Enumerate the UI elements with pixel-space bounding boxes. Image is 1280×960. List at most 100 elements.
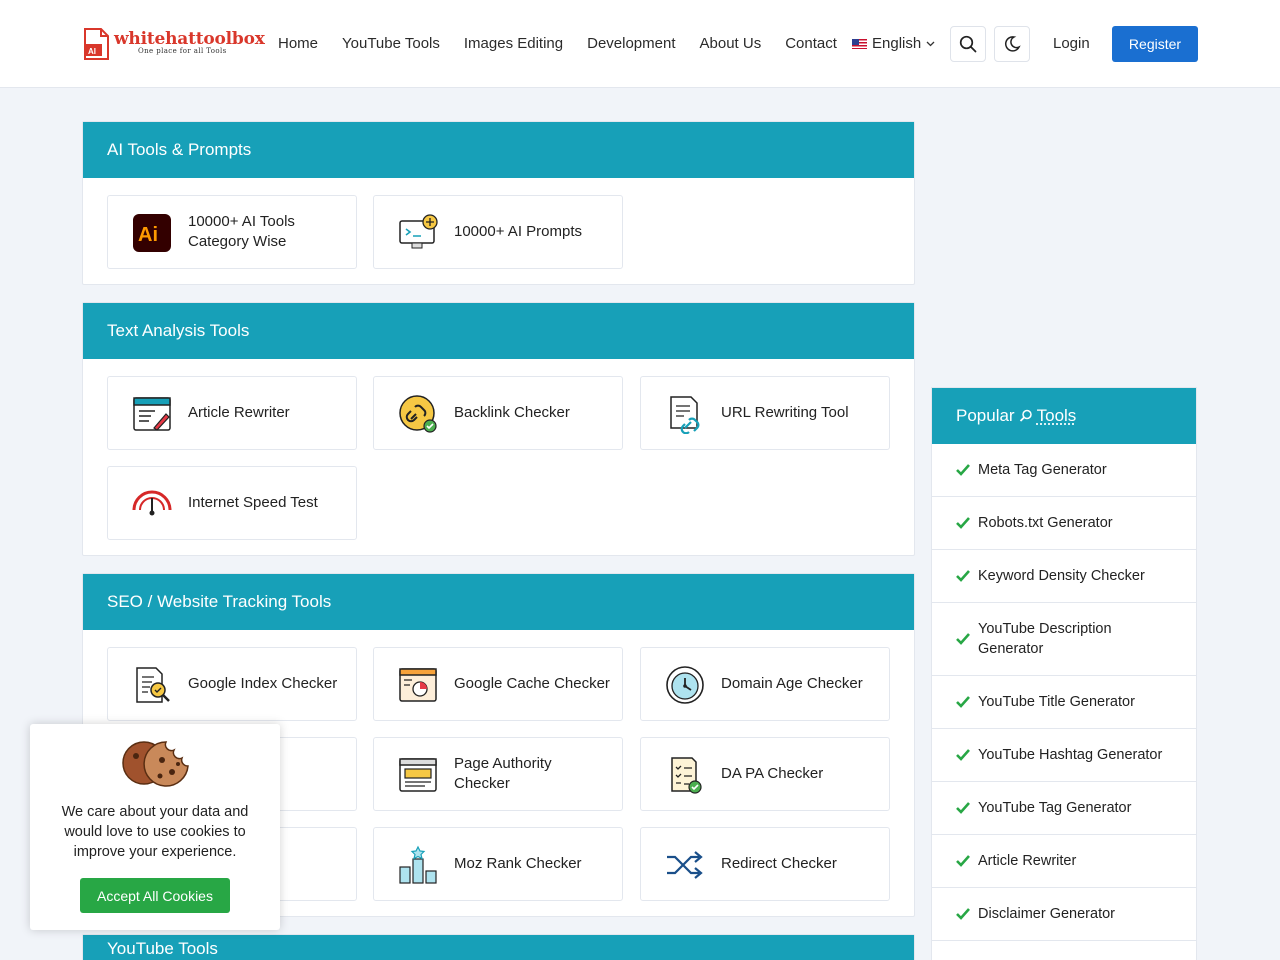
sidebar-item[interactable]: Article Rewriter [932,835,1196,888]
podium-star-icon [398,845,438,885]
svg-text:Ai: Ai [138,224,158,246]
tool-card[interactable]: Google Cache Checker [373,647,623,721]
tool-label: DA PA Checker [721,764,877,784]
us-flag-icon [852,39,867,49]
check-icon [956,748,970,762]
sidebar-item-label: YouTube Description Generator [978,619,1156,659]
site-header: AI whitehattoolbox One place for all Too… [0,0,1280,88]
nav-images-editing[interactable]: Images Editing [464,35,563,52]
sidebar-item-label: Disclaimer Generator [978,904,1115,924]
tool-label: Moz Rank Checker [454,854,610,874]
check-icon [956,569,970,583]
cookie-icon [122,738,190,788]
sidebar-item-label: Keyword Density Checker [978,566,1145,586]
tool-label: Article Rewriter [188,403,344,423]
tool-label: 10000+ AI Tools Category Wise [188,212,344,252]
sidebar-item-label: YouTube Title Generator [978,692,1135,712]
register-button[interactable]: Register [1112,26,1198,62]
sidebar-item-label: Article Rewriter [978,851,1076,871]
tool-label: Internet Speed Test [188,493,344,513]
sidebar-item-label: YouTube Hashtag Generator [978,745,1162,765]
tool-label: 10000+ AI Prompts [454,222,610,242]
monitor-code-icon [398,213,438,253]
logo-icon: AI [82,27,110,61]
google-cache-icon [398,665,438,705]
logo-tagline: One place for all Tools [138,47,227,55]
clock-icon [665,665,705,705]
sidebar-item[interactable]: Keyword Density Checker [932,550,1196,603]
sidebar-item[interactable]: Meta Tag Generator [932,444,1196,497]
sidebar-item[interactable]: YouTube Description Generator [932,603,1196,676]
sidebar-item-label: YouTube Tag Generator [978,798,1131,818]
adobe-illustrator-icon: Ai [132,213,172,253]
sidebar-item[interactable]: Disclaimer Generator [932,888,1196,941]
nav-contact[interactable]: Contact [785,35,837,52]
language-selector[interactable]: English [852,35,935,52]
tool-label: Domain Age Checker [721,674,877,694]
moon-icon [1003,35,1021,53]
dark-mode-toggle[interactable] [994,26,1030,62]
section-title: SEO / Website Tracking Tools [83,574,914,630]
tool-card[interactable]: Backlink Checker [373,376,623,450]
check-icon [956,463,970,477]
url-rewriting-icon [665,394,705,434]
tool-label: Google Index Checker [188,674,344,694]
tool-card[interactable]: Google Index Checker [107,647,357,721]
article-rewriter-icon [132,394,172,434]
tool-card[interactable]: Domain Age Checker [640,647,890,721]
login-link[interactable]: Login [1053,35,1090,52]
section-title: YouTube Tools [83,935,914,960]
search-icon [959,35,977,53]
cookie-consent-banner: We care about your data and would love t… [30,724,280,930]
sidebar-item-label: Robots.txt Generator [978,513,1113,533]
accept-cookies-button[interactable]: Accept All Cookies [80,878,230,913]
nav-youtube-tools[interactable]: YouTube Tools [342,35,440,52]
tool-card[interactable]: Redirect Checker [640,827,890,901]
sidebar-item-label: Meta Tag Generator [978,460,1107,480]
google-index-icon [132,665,172,705]
language-label: English [872,35,921,52]
section-text-analysis: Text Analysis Tools Article Rewriter Bac… [82,302,915,556]
check-icon [956,632,970,646]
cookie-message: We care about your data and would love t… [48,802,262,862]
nav-about-us[interactable]: About Us [700,35,762,52]
search-button[interactable] [950,26,986,62]
page-authority-icon [398,755,438,795]
chevron-down-icon [926,41,935,47]
section-ai-tools: AI Tools & Prompts Ai 10000+ AI Tools Ca… [82,121,915,285]
sidebar-item[interactable]: YouTube Tag Generator [932,782,1196,835]
nav-development[interactable]: Development [587,35,675,52]
tool-label: Redirect Checker [721,854,877,874]
tool-card[interactable]: URL Rewriting Tool [640,376,890,450]
check-icon [956,907,970,921]
search-icon [1019,409,1033,423]
check-icon [956,695,970,709]
main-nav: Home YouTube Tools Images Editing Develo… [278,35,861,52]
sidebar-title-prefix: Popular [956,406,1015,426]
shuffle-icon [665,845,705,885]
section-title: Text Analysis Tools [83,303,914,359]
nav-home[interactable]: Home [278,35,318,52]
section-title: AI Tools & Prompts [83,122,914,178]
tool-label: Page Authority Checker [454,754,610,794]
tool-card[interactable]: DA PA Checker [640,737,890,811]
tool-card[interactable]: Moz Rank Checker [373,827,623,901]
check-icon [956,854,970,868]
tool-card[interactable]: Page Authority Checker [373,737,623,811]
tool-card[interactable]: Ai 10000+ AI Tools Category Wise [107,195,357,269]
check-icon [956,801,970,815]
check-icon [956,516,970,530]
sidebar-title-link[interactable]: Tools [1037,406,1077,426]
sidebar-item[interactable]: Robots.txt Generator [932,497,1196,550]
tool-card[interactable]: Article Rewriter [107,376,357,450]
tool-card[interactable]: 10000+ AI Prompts [373,195,623,269]
site-logo[interactable]: AI whitehattoolbox One place for all Too… [82,27,252,61]
sidebar-title: Popular Tools [932,388,1196,444]
popular-tools-sidebar: Popular Tools Meta Tag Generator Robots.… [931,387,1197,960]
sidebar-item[interactable]: YouTube Title Generator [932,676,1196,729]
checklist-icon [665,755,705,795]
logo-text: whitehattoolbox [114,29,265,49]
backlink-checker-icon [398,394,438,434]
sidebar-item[interactable]: YouTube Hashtag Generator [932,729,1196,782]
tool-card[interactable]: Internet Speed Test [107,466,357,540]
